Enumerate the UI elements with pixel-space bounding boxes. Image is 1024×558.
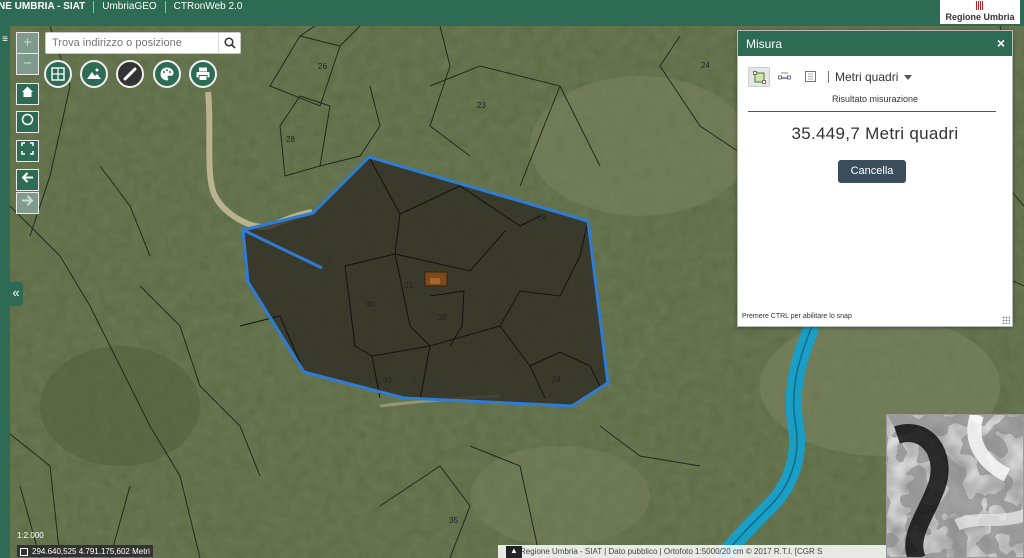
layers-icon (51, 67, 65, 81)
parcel-label: 35 (449, 516, 458, 525)
fullscreen-icon (21, 142, 34, 155)
result-divider (748, 111, 996, 112)
parcel-label: 23 (477, 101, 486, 110)
overview-hillshade (887, 415, 1023, 557)
result-heading: Risultato misurazione (831, 94, 919, 104)
search-box (45, 32, 241, 54)
header-tabs: NE UMBRIA - SIAT UmbriaGEO CTRonWeb 2.0 (0, 0, 250, 14)
search-icon (224, 37, 236, 49)
location-tool-button[interactable] (800, 67, 822, 87)
tab-ctronweb[interactable]: CTRonWeb 2.0 (166, 1, 251, 13)
print-icon (196, 67, 210, 81)
home-button[interactable] (16, 83, 39, 105)
tab-umbriageo[interactable]: UmbriaGEO (94, 1, 166, 13)
chevron-down-icon (904, 74, 913, 80)
crest-icon (976, 1, 984, 10)
menu-tab[interactable]: ≡ (0, 30, 10, 76)
unit-dropdown[interactable]: Metri quadri (835, 70, 913, 84)
zoom-in-button[interactable]: + (16, 32, 39, 54)
region-label: Regione Umbria (945, 12, 1015, 22)
basemap-icon (87, 68, 101, 79)
coordinate-text: 294.640,525 4.791.175,602 Metri (32, 547, 150, 556)
arrow-left-icon (21, 172, 33, 183)
menu-icon: ≡ (2, 34, 8, 45)
measure-panel-title: Misura (746, 37, 783, 51)
measurement-result: 35.449,7 Metri quadri (791, 124, 959, 143)
close-button[interactable]: × (997, 35, 1005, 51)
locate-button[interactable] (16, 111, 39, 133)
coordinate-icon (805, 71, 816, 82)
parcel-label: 32 (438, 313, 447, 322)
overview-map[interactable] (886, 414, 1024, 558)
parcel-label: 29 (537, 213, 546, 222)
distance-tool-button[interactable] (774, 67, 796, 87)
parcel-label: 30 (366, 300, 375, 309)
tab-siat[interactable]: NE UMBRIA - SIAT (0, 1, 95, 13)
coordinate-icon[interactable] (20, 547, 28, 556)
measure-panel-header[interactable]: Misura × (738, 31, 1012, 56)
measure-panel: Misura × Metri quadri Risultato misurazi… (737, 30, 1013, 327)
measure-tools: Metri quadri (748, 66, 913, 88)
style-button[interactable] (153, 60, 181, 88)
parcel-label: 31 (404, 281, 413, 290)
area-icon (753, 71, 766, 84)
measure-button[interactable] (116, 60, 144, 88)
basemap-button[interactable] (80, 60, 108, 88)
parcel-label: 26 (318, 62, 327, 71)
toolbar-separator (828, 71, 829, 83)
scale-label: 1:2.000 (17, 531, 44, 540)
layers-button[interactable] (44, 60, 72, 88)
locate-icon (21, 113, 34, 126)
ruler-icon (123, 67, 137, 81)
parcel-label: 33 (383, 376, 392, 385)
parcel-label: 28 (286, 135, 295, 144)
print-button[interactable] (189, 60, 217, 88)
back-button[interactable] (16, 169, 39, 191)
unit-label: Metri quadri (835, 70, 899, 84)
attribution-bar: Regione Umbria - SIAT | Dato pubblico | … (498, 545, 886, 558)
fullscreen-button[interactable] (16, 140, 39, 162)
search-button[interactable] (218, 33, 240, 53)
zoom-out-button[interactable]: − (16, 53, 39, 75)
parcel-label: 34 (552, 375, 561, 384)
attribution-toggle[interactable]: ▲ (506, 546, 522, 558)
home-icon (22, 86, 33, 97)
top-bar: NE UMBRIA - SIAT UmbriaGEO CTRonWeb 2.0 … (0, 0, 1024, 26)
parcel-label: 24 (701, 61, 710, 70)
snap-hint: Premere CTRL per abilitare lo snap (742, 313, 852, 320)
palette-icon (160, 67, 174, 81)
collapse-button[interactable]: « (9, 282, 23, 306)
attribution-text: Regione Umbria - SIAT | Dato pubblico | … (520, 547, 823, 556)
forward-button[interactable] (16, 192, 39, 214)
cancel-button[interactable]: Cancella (838, 160, 906, 183)
region-logo[interactable]: Regione Umbria (940, 0, 1020, 24)
resize-handle[interactable] (1002, 316, 1010, 324)
arrow-right-icon (22, 195, 34, 206)
chevron-up-icon: ▲ (510, 546, 518, 555)
search-input[interactable] (46, 33, 218, 53)
coordinate-readout: 294.640,525 4.791.175,602 Metri (17, 545, 153, 557)
distance-icon (778, 72, 791, 80)
area-tool-button[interactable] (748, 67, 770, 87)
